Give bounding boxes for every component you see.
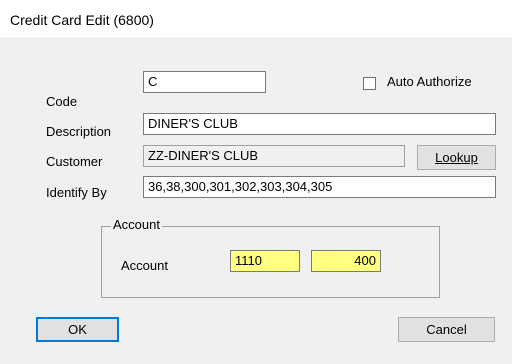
account-subnumber-input[interactable]: 400 [311, 250, 381, 272]
cancel-button[interactable]: Cancel [398, 317, 495, 342]
account-group-title: Account [111, 217, 162, 232]
customer-label: Customer [46, 154, 103, 169]
code-input[interactable]: C [143, 71, 266, 93]
account-number-input[interactable]: 1110 [230, 250, 300, 272]
customer-input[interactable]: ZZ-DINER'S CLUB [143, 145, 405, 167]
identify-by-label: Identify By [46, 185, 107, 200]
auto-authorize-label: Auto Authorize [387, 74, 472, 89]
description-label: Description [46, 124, 112, 139]
description-input[interactable]: DINER'S CLUB [143, 113, 496, 135]
code-label: Code [46, 94, 78, 109]
ok-button[interactable]: OK [36, 317, 119, 342]
lookup-button-label: Lookup [435, 150, 478, 165]
ok-button-label: OK [68, 322, 87, 337]
auto-authorize-checkbox[interactable] [363, 77, 376, 90]
account-label: Account [121, 258, 168, 273]
lookup-button[interactable]: Lookup [417, 145, 496, 170]
identify-by-input[interactable]: 36,38,300,301,302,303,304,305 [143, 176, 496, 198]
window-title: Credit Card Edit (6800) [10, 12, 154, 28]
title-bar: Credit Card Edit (6800) [0, 0, 512, 39]
cancel-button-label: Cancel [426, 322, 467, 337]
